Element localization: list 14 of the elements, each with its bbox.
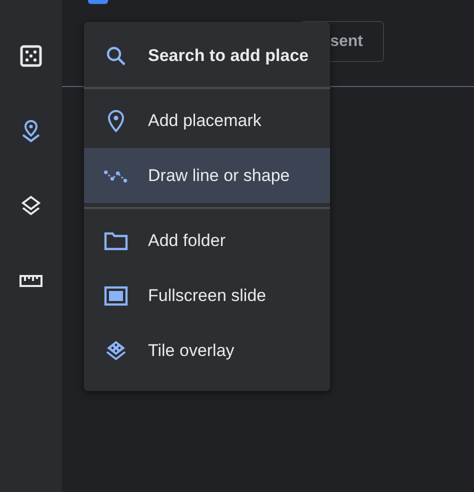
dotted-line-icon	[104, 168, 128, 182]
menu-item[interactable]: Add folder	[84, 213, 330, 268]
layers-icon	[19, 194, 43, 218]
search-icon	[105, 44, 127, 66]
menu-item[interactable]: Add placemark	[84, 93, 330, 148]
menu-item[interactable]: Tile overlay	[84, 323, 330, 378]
dice-icon	[20, 45, 42, 67]
placemark-icon	[107, 108, 125, 132]
tile-overlay-icon	[105, 340, 127, 362]
slide-icon	[104, 286, 128, 306]
ruler-icon	[19, 274, 43, 288]
menu-item[interactable]: Fullscreen slide	[84, 268, 330, 323]
menu-item[interactable]: Draw line or shape	[84, 148, 330, 203]
folder-icon	[104, 230, 128, 250]
